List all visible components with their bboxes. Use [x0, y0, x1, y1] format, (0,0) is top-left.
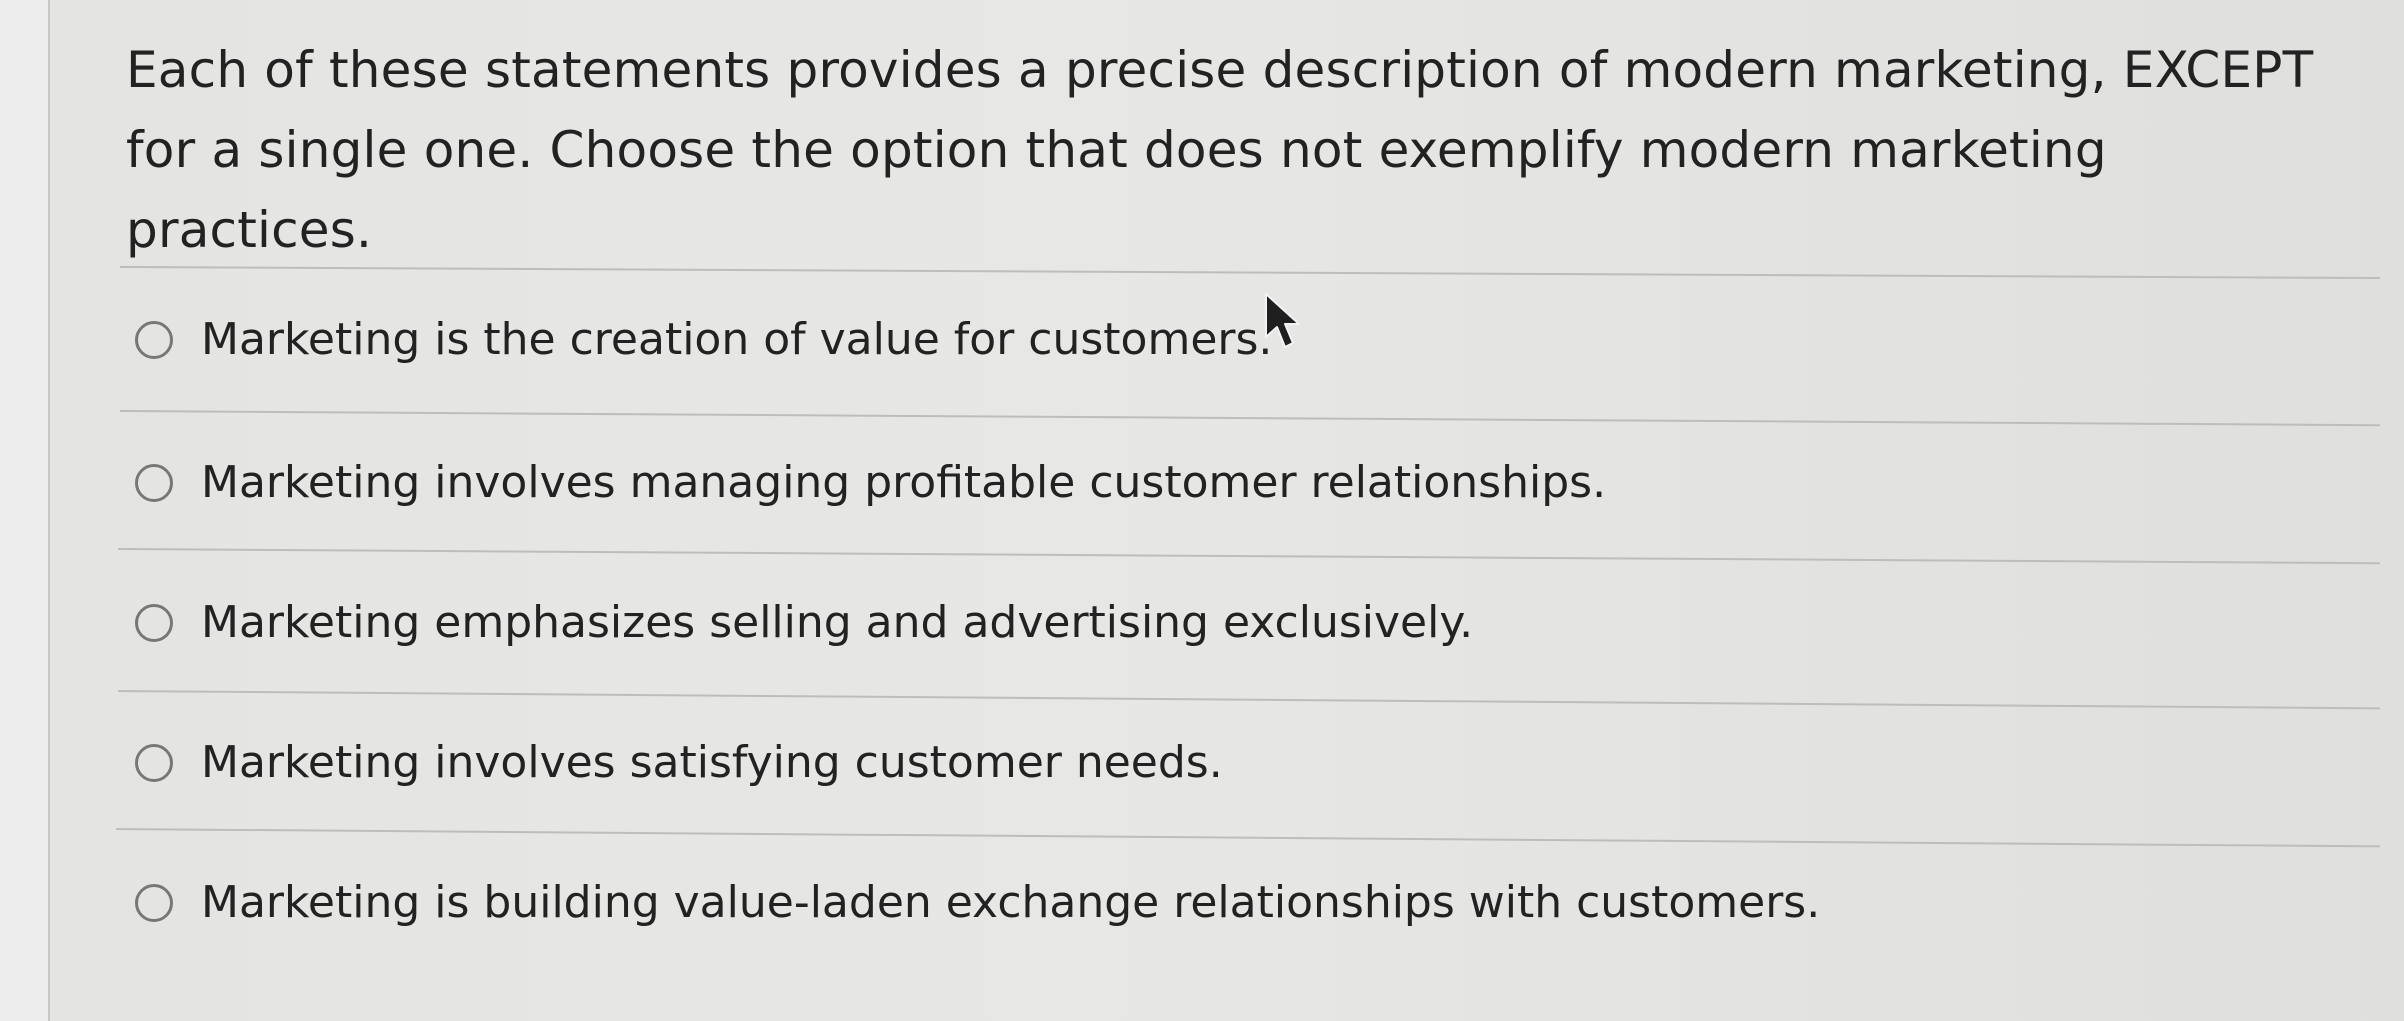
divider-3 — [117, 690, 2380, 710]
mouse-pointer-icon — [1265, 293, 1300, 348]
radio-button-icon[interactable] — [135, 321, 173, 359]
radio-button-icon[interactable] — [135, 464, 173, 502]
answer-option-5-label: Marketing is building value-laden exchan… — [201, 877, 1821, 928]
left-panel-edge — [0, 0, 50, 1021]
answer-option-4[interactable]: Marketing involves satisfying customer n… — [135, 728, 1223, 798]
answer-option-5[interactable]: Marketing is building value-laden exchan… — [135, 868, 1820, 938]
radio-button-icon[interactable] — [135, 884, 173, 922]
answer-option-2-label: Marketing involves managing profitable c… — [201, 457, 1607, 508]
answer-option-3[interactable]: Marketing emphasizes selling and adverti… — [135, 588, 1473, 658]
question-text: Each of these statements provides a prec… — [126, 41, 2314, 259]
answer-option-1[interactable]: Marketing is the creation of value for c… — [135, 305, 1272, 375]
radio-button-icon[interactable] — [135, 604, 173, 642]
divider-4 — [115, 828, 2380, 848]
quiz-screen: Each of these statements provides a prec… — [0, 0, 2404, 1021]
answer-option-3-label: Marketing emphasizes selling and adverti… — [201, 597, 1474, 648]
divider-2 — [117, 548, 2380, 565]
answer-option-2[interactable]: Marketing involves managing profitable c… — [135, 448, 1606, 518]
radio-button-icon[interactable] — [135, 744, 173, 782]
divider-1 — [119, 410, 2380, 427]
answer-option-1-label: Marketing is the creation of value for c… — [201, 314, 1273, 365]
answer-option-4-label: Marketing involves satisfying customer n… — [201, 737, 1223, 788]
